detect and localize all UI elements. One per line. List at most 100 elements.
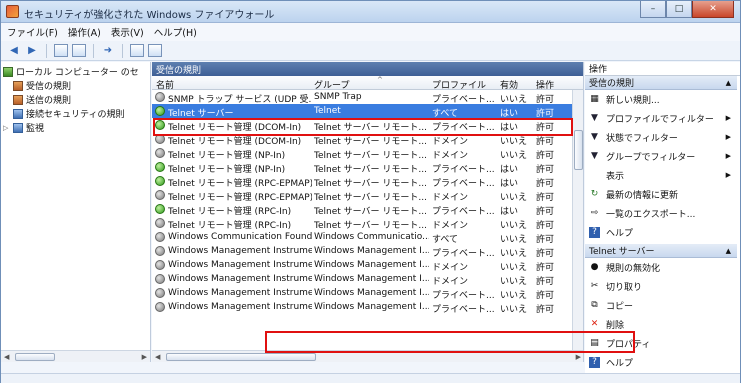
tree-item-monitoring[interactable]: ▷ 監視 <box>3 121 44 134</box>
action-item[interactable]: ▼ グループでフィルター ▶ <box>585 149 737 163</box>
action-label: 最新の情報に更新 <box>606 190 679 201</box>
action-item[interactable]: ⧉ コピー <box>585 298 737 312</box>
enabled-rule-icon <box>155 106 165 116</box>
properties-icon[interactable] <box>72 44 86 57</box>
cell-enabled: いいえ <box>500 305 528 315</box>
disabled-rule-icon <box>155 260 165 270</box>
action-item[interactable]: 表示 ▶ <box>585 168 737 182</box>
expand-arrow-icon[interactable]: ▷ <box>3 124 11 132</box>
refresh-icon: ↻ <box>590 189 599 199</box>
table-row[interactable]: Windows Communication Found... Windows Co… <box>152 230 572 245</box>
rules-list-pane: 受信の規則 名前 グループ ^ プロファイル 有効 操作 SNMP トラップ サ… <box>152 62 584 362</box>
minimize-button[interactable]: – <box>640 1 666 18</box>
action-label: プロパティ <box>606 339 651 350</box>
action-label: ヘルプ <box>606 228 634 239</box>
scroll-left-icon[interactable]: ◀ <box>4 353 9 361</box>
action-item[interactable]: ● 規則の無効化 <box>585 260 737 274</box>
tree-item-outbound[interactable]: 送信の規則 <box>13 93 71 106</box>
menu-action[interactable]: 操作(A) <box>68 25 101 39</box>
firewall-window: セキュリティが強化された Windows ファイアウォール – □ ✕ ファイル… <box>0 0 741 383</box>
table-row[interactable]: Windows Management Instrume... Windows Ma… <box>152 258 572 273</box>
scroll-right-icon[interactable]: ▶ <box>142 353 147 361</box>
cell-group: Windows Communicatio... <box>314 232 429 242</box>
navigation-tree: ローカル コンピューター のセ 受信の規則 送信の規則 接続セキュリティの規則 … <box>1 62 151 362</box>
action-item[interactable]: ▼ 状態でフィルター ▶ <box>585 130 737 144</box>
action-label: 規則の無効化 <box>606 263 661 274</box>
table-row[interactable]: Windows Management Instrume... Windows Ma… <box>152 244 572 259</box>
action-item[interactable]: ? ヘルプ <box>585 225 737 239</box>
folder-icon[interactable] <box>54 44 68 57</box>
submenu-arrow-icon: ▶ <box>725 114 731 122</box>
scrollbar-thumb[interactable] <box>574 130 583 170</box>
tree-item-connection-security[interactable]: 接続セキュリティの規則 <box>13 107 124 120</box>
table-row[interactable]: Telnet リモート管理 (RPC-EPMAP) Telnet サーバー リモー… <box>152 188 572 203</box>
outbound-rules-icon <box>13 94 23 105</box>
help-icon[interactable] <box>130 44 144 57</box>
actions-pane: 操作 受信の規則 ▲ ▦ 新しい規則... ▼ プロファイルでフィルター ▶ ▼ 状態でフィ… <box>585 62 740 382</box>
table-row[interactable]: Windows Management Instrume... Windows Ma… <box>152 272 572 287</box>
action-item[interactable]: ▦ 新しい規則... <box>585 92 737 106</box>
collapse-icon[interactable]: ▲ <box>726 247 731 255</box>
action-item[interactable]: ⇨ 一覧のエクスポート... <box>585 206 737 220</box>
tree-root[interactable]: ローカル コンピューター のセ <box>3 65 139 78</box>
cell-action: 許可 <box>536 305 555 315</box>
cell-name: Windows Management Instrume... <box>168 260 312 270</box>
rules-vertical-scrollbar[interactable] <box>572 90 583 362</box>
disabled-rule-icon <box>155 190 165 200</box>
enabled-rule-icon <box>155 120 165 130</box>
table-row[interactable]: Windows Management Instrume... Windows Ma… <box>152 286 572 301</box>
close-button[interactable]: ✕ <box>692 1 734 18</box>
table-row[interactable]: Telnet リモート管理 (DCOM-In) Telnet サーバー リモート.… <box>152 132 572 147</box>
menu-view[interactable]: 表示(V) <box>111 25 144 39</box>
delete-icon: ✕ <box>590 319 599 329</box>
table-row[interactable]: Telnet サーバー Telnet すべて はい 許可 <box>152 104 572 119</box>
forward-arrow-icon[interactable]: ▶ <box>25 44 39 58</box>
monitor-icon <box>13 122 23 133</box>
action-item[interactable]: ✂ 切り取り <box>585 279 737 293</box>
menu-bar: ファイル(F) 操作(A) 表示(V) ヘルプ(H) <box>1 23 740 41</box>
table-row[interactable]: SNMP トラップ サービス (UDP 受... SNMP Trap プライベート.… <box>152 90 572 105</box>
action-label: 削除 <box>606 320 625 331</box>
view-icon[interactable] <box>148 44 162 57</box>
actions-section-telnet[interactable]: Telnet サーバー ▲ <box>585 244 737 258</box>
scroll-right-icon[interactable]: ▶ <box>576 353 581 361</box>
column-headers: 名前 グループ ^ プロファイル 有効 操作 <box>152 76 583 91</box>
cell-group: Windows Management I... <box>314 246 429 256</box>
filter-icon: ▼ <box>591 113 598 123</box>
action-item[interactable]: ? ヘルプ <box>585 355 737 369</box>
actions-section-inbound[interactable]: 受信の規則 ▲ <box>585 76 737 90</box>
disabled-rule-icon <box>155 92 165 102</box>
table-row[interactable]: Telnet リモート管理 (DCOM-In) Telnet サーバー リモート.… <box>152 118 572 133</box>
export-icon[interactable]: ➜ <box>101 44 115 58</box>
table-row[interactable]: Telnet リモート管理 (NP-In) Telnet サーバー リモート...… <box>152 146 572 161</box>
scroll-left-icon[interactable]: ◀ <box>155 353 160 361</box>
window-controls: – □ ✕ <box>640 1 734 19</box>
table-row[interactable]: Telnet リモート管理 (RPC-In) Telnet サーバー リモート..… <box>152 202 572 217</box>
tree-item-inbound[interactable]: 受信の規則 <box>13 79 71 92</box>
action-item[interactable]: ▼ プロファイルでフィルター ▶ <box>585 111 737 125</box>
action-label: 一覧のエクスポート... <box>606 209 696 220</box>
cell-name: Windows Management Instrume... <box>168 274 312 284</box>
table-row[interactable]: Windows Management Instrume... Windows Ma… <box>152 300 572 315</box>
table-row[interactable]: Telnet リモート管理 (RPC-EPMAP) Telnet サーバー リモー… <box>152 174 572 189</box>
back-arrow-icon[interactable]: ◀ <box>7 44 21 58</box>
action-item[interactable]: ↻ 最新の情報に更新 <box>585 187 737 201</box>
table-row[interactable]: Telnet リモート管理 (NP-In) Telnet サーバー リモート...… <box>152 160 572 175</box>
rules-pane-header: 受信の規則 <box>152 62 583 76</box>
submenu-arrow-icon: ▶ <box>725 133 731 141</box>
collapse-icon[interactable]: ▲ <box>726 79 731 87</box>
action-item[interactable]: ▤ プロパティ <box>585 336 737 350</box>
menu-help[interactable]: ヘルプ(H) <box>154 25 197 39</box>
action-label: 状態でフィルター <box>606 133 678 144</box>
rules-horizontal-scrollbar[interactable]: ◀ ▶ <box>152 350 583 362</box>
tree-horizontal-scrollbar[interactable]: ◀ ▶ <box>1 350 150 362</box>
scrollbar-thumb[interactable] <box>166 353 316 361</box>
table-row[interactable]: Telnet リモート管理 (RPC-In) Telnet サーバー リモート..… <box>152 216 572 231</box>
menu-file[interactable]: ファイル(F) <box>7 25 58 39</box>
action-item[interactable]: ✕ 削除 <box>585 317 737 331</box>
action-label: プロファイルでフィルター <box>606 114 714 125</box>
scrollbar-thumb[interactable] <box>15 353 55 361</box>
copy-icon: ⧉ <box>591 300 598 310</box>
maximize-button[interactable]: □ <box>666 1 692 18</box>
window-title: セキュリティが強化された Windows ファイアウォール <box>24 10 275 21</box>
